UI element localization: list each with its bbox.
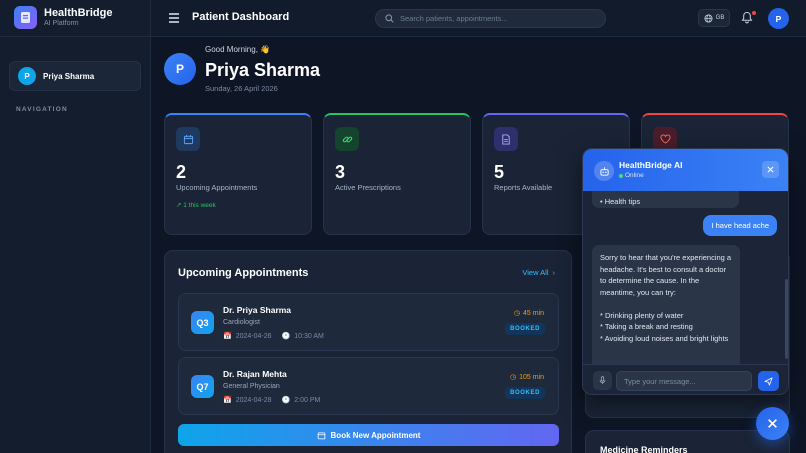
stat-card-prescriptions[interactable]: 3 Active Prescriptions bbox=[323, 113, 471, 235]
stat-trend: ↗ 1 this week bbox=[176, 201, 216, 209]
chat-status: Online bbox=[619, 172, 644, 179]
stat-card-appointments[interactable]: 2 Upcoming Appointments ↗ 1 this week bbox=[164, 113, 312, 235]
calendar-small-icon: 📅 bbox=[223, 397, 232, 404]
close-icon bbox=[768, 419, 777, 428]
stat-value: 5 bbox=[494, 162, 505, 182]
document-icon bbox=[494, 127, 518, 151]
appointment-meta: 📅 2024-04-26 🕐 10:30 AM bbox=[223, 332, 324, 341]
timer-icon: ◷ bbox=[513, 310, 520, 317]
chat-bot-name: HealthBridge AI bbox=[619, 160, 683, 170]
doctor-name: Dr. Priya Sharma bbox=[223, 305, 292, 315]
microphone-button[interactable] bbox=[593, 371, 612, 390]
chat-footer bbox=[583, 364, 788, 394]
search-bar[interactable] bbox=[375, 9, 606, 28]
timer-icon: ◷ bbox=[509, 374, 517, 381]
brand-subtitle: AI Platform bbox=[44, 20, 79, 27]
page-title: Patient Dashboard bbox=[192, 11, 290, 23]
sidebar-user-chip[interactable]: P Priya Sharma bbox=[9, 61, 141, 91]
language-button[interactable]: GB bbox=[698, 9, 730, 27]
appointments-title: Upcoming Appointments bbox=[178, 267, 309, 279]
appointment-time: 10:30 AM bbox=[294, 332, 324, 340]
duration-text: 45 min bbox=[522, 309, 544, 317]
calendar-small-icon: 📅 bbox=[223, 333, 232, 340]
appointment-card[interactable]: Q7 Dr. Rajan Mehta General Physician 📅 2… bbox=[178, 357, 559, 415]
status-badge: BOOKED bbox=[505, 323, 545, 335]
status-badge: BOOKED bbox=[505, 387, 545, 399]
chat-toggle-button[interactable] bbox=[756, 407, 789, 440]
avatar: P bbox=[18, 67, 36, 85]
sidebar-divider bbox=[0, 36, 151, 37]
chat-message-input[interactable] bbox=[616, 371, 752, 391]
chat-message-bot: • Health tips bbox=[592, 191, 739, 208]
queue-token: Q3 bbox=[191, 311, 214, 334]
send-button[interactable] bbox=[758, 371, 779, 391]
calendar-plus-icon bbox=[317, 431, 325, 439]
chat-message-user: I have head ache bbox=[703, 215, 777, 236]
send-icon bbox=[764, 376, 773, 386]
chat-messages[interactable]: • Health tips I have head ache Sorry to … bbox=[583, 191, 788, 364]
chat-status-text: Online bbox=[625, 172, 644, 179]
search-icon bbox=[385, 14, 394, 23]
appointment-date: 2024-04-26 bbox=[235, 332, 272, 340]
stat-label: Active Prescriptions bbox=[335, 183, 401, 192]
stat-label: Reports Available bbox=[494, 183, 553, 192]
online-dot bbox=[619, 173, 623, 178]
sidebar-user-name: Priya Sharma bbox=[43, 71, 95, 81]
stat-value: 3 bbox=[335, 162, 346, 182]
close-icon bbox=[767, 166, 774, 173]
book-appointment-button[interactable]: Book New Appointment bbox=[178, 424, 559, 446]
appointment-meta: 📅 2024-04-28 🕐 2:00 PM bbox=[223, 396, 321, 405]
brand-logo-icon bbox=[14, 6, 37, 29]
appointment-card[interactable]: Q3 Dr. Priya Sharma Cardiologist 📅 2024-… bbox=[178, 293, 559, 351]
chat-close-button[interactable] bbox=[762, 161, 779, 178]
trend-up-icon: ↗ bbox=[176, 202, 182, 209]
profile-avatar[interactable]: P bbox=[768, 8, 789, 29]
greeting-name: Priya Sharma bbox=[205, 60, 321, 80]
medicine-reminders-title: Medicine Reminders bbox=[600, 445, 688, 453]
bot-icon bbox=[594, 161, 614, 181]
nav-heading: NAVIGATION bbox=[16, 106, 68, 113]
appointment-duration: ◷ 105 min bbox=[509, 373, 544, 382]
clock-icon: 🕐 bbox=[281, 333, 291, 340]
notifications-button[interactable] bbox=[741, 11, 757, 27]
view-all-label: View All bbox=[522, 268, 549, 277]
view-all-link[interactable]: View All › bbox=[522, 268, 555, 277]
microphone-icon bbox=[599, 376, 606, 385]
globe-icon bbox=[704, 13, 713, 23]
clock-icon: 🕐 bbox=[281, 397, 291, 404]
appointment-time: 2:00 PM bbox=[294, 396, 321, 404]
search-input[interactable] bbox=[400, 14, 600, 23]
doctor-specialty: Cardiologist bbox=[223, 319, 260, 326]
link-icon bbox=[335, 127, 359, 151]
chat-header: HealthBridge AI Online bbox=[583, 149, 788, 191]
greeting-date: Sunday, 26 April 2026 bbox=[205, 84, 278, 93]
language-label: GB bbox=[715, 15, 725, 21]
brand-name: HealthBridge bbox=[44, 7, 113, 19]
greeting-text: Good Morning, 👋 bbox=[205, 45, 271, 54]
stat-value: 2 bbox=[176, 162, 187, 182]
duration-text: 105 min bbox=[519, 373, 544, 381]
stat-label: Upcoming Appointments bbox=[176, 183, 258, 192]
greeting-avatar: P bbox=[164, 53, 196, 85]
doctor-specialty: General Physician bbox=[223, 383, 280, 390]
appointments-panel: Upcoming Appointments View All › Q3 Dr. … bbox=[164, 250, 572, 453]
topbar: Patient Dashboard GB P bbox=[151, 0, 806, 37]
book-appointment-label: Book New Appointment bbox=[330, 430, 421, 440]
doctor-name: Dr. Rajan Mehta bbox=[223, 369, 287, 379]
chat-scrollbar[interactable] bbox=[785, 279, 788, 359]
calendar-icon bbox=[176, 127, 200, 151]
sidebar: HealthBridge AI Platform P Priya Sharma … bbox=[0, 0, 151, 453]
appointment-date: 2024-04-28 bbox=[235, 396, 272, 404]
chat-widget: HealthBridge AI Online • Health tips I h… bbox=[582, 148, 789, 395]
chat-message-bot: Sorry to hear that you're experiencing a… bbox=[592, 245, 740, 364]
menu-icon[interactable] bbox=[169, 13, 179, 23]
chevron-right-icon: › bbox=[552, 268, 556, 277]
queue-token: Q7 bbox=[191, 375, 214, 398]
stat-trend-text: 1 this week bbox=[183, 202, 216, 209]
brand[interactable]: HealthBridge AI Platform bbox=[14, 6, 112, 29]
notification-dot bbox=[752, 11, 756, 15]
appointment-duration: ◷ 45 min bbox=[513, 309, 544, 318]
